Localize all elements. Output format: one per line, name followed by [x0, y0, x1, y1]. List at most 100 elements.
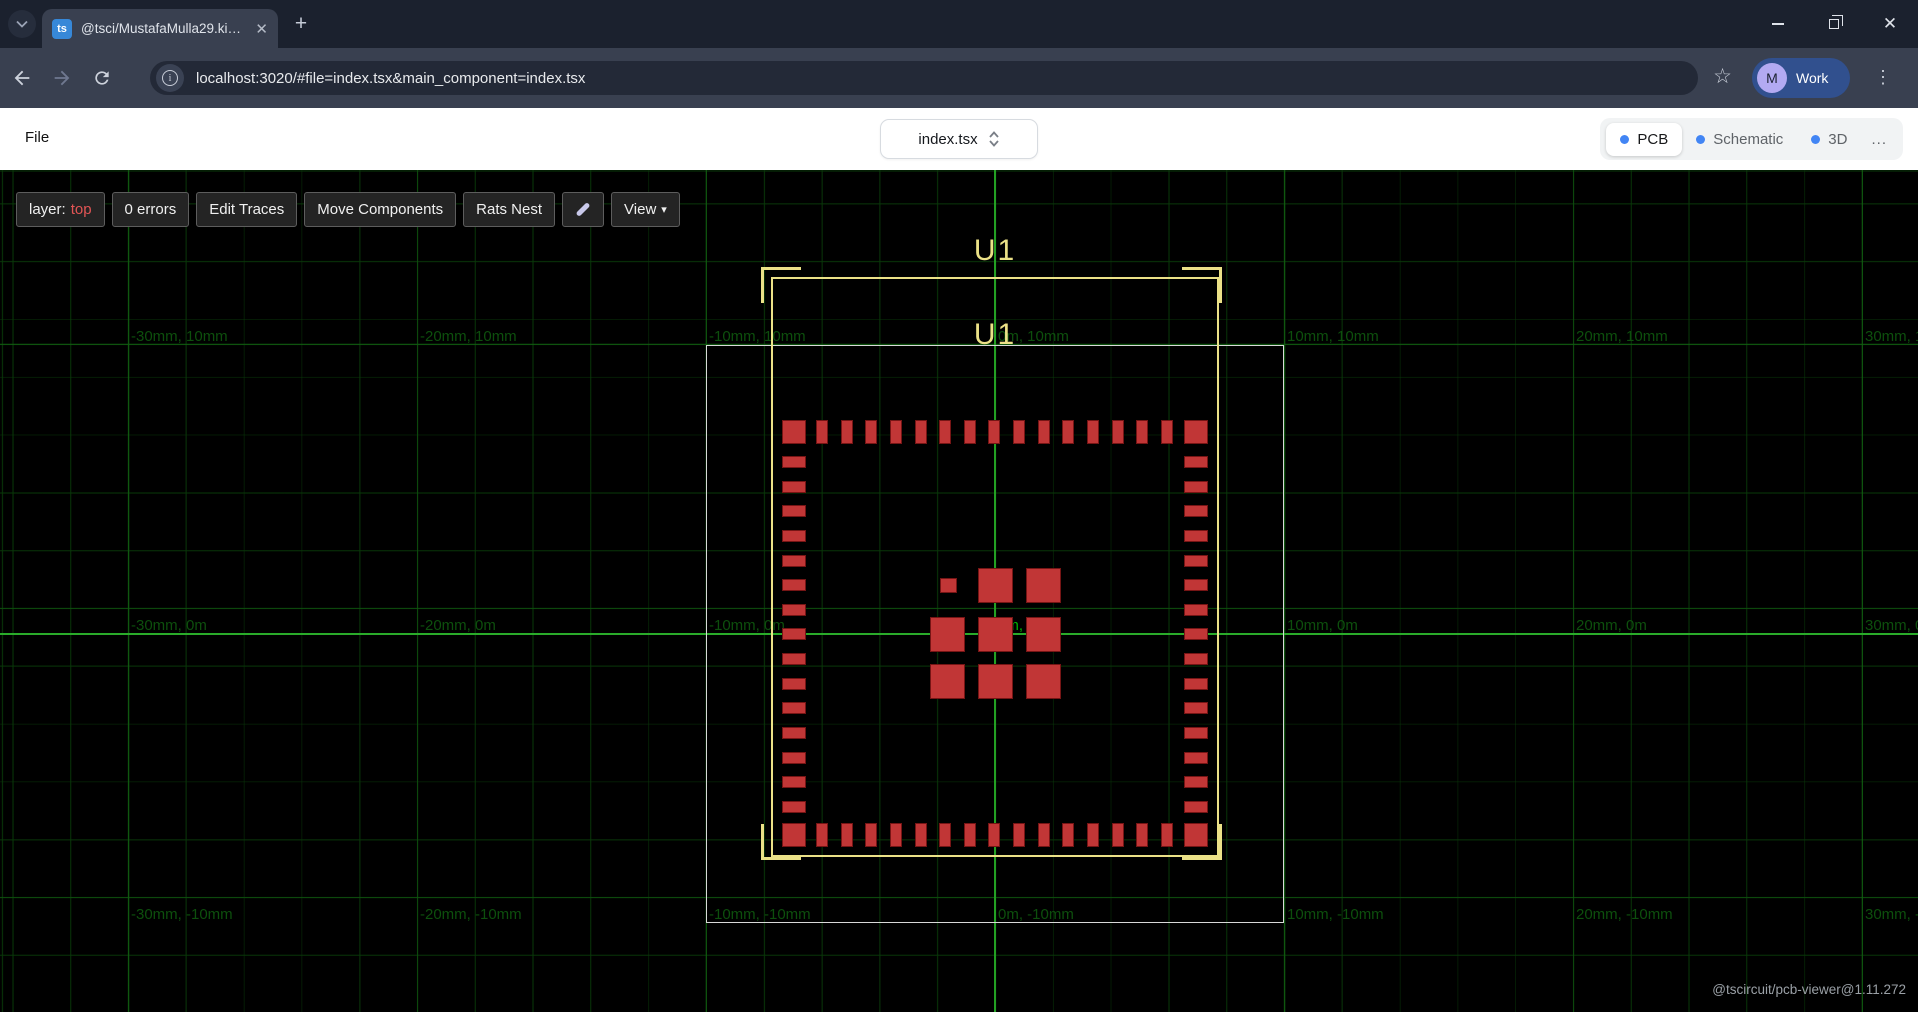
pcb-pad[interactable] [782, 702, 806, 714]
tab-close-icon[interactable]: ✕ [255, 20, 268, 38]
pcb-pad[interactable] [1184, 801, 1208, 813]
pcb-pad[interactable] [1038, 420, 1050, 444]
pcb-pad[interactable] [890, 823, 902, 847]
tab-schematic[interactable]: Schematic [1682, 123, 1797, 156]
pcb-pad[interactable] [1026, 568, 1061, 603]
pcb-pad[interactable] [1184, 678, 1208, 690]
view-menu-button[interactable]: View ▾ [611, 192, 680, 227]
pcb-pad[interactable] [1184, 702, 1208, 714]
pcb-pad[interactable] [865, 420, 877, 444]
url-field[interactable]: i localhost:3020/#file=index.tsx&main_co… [150, 61, 1698, 95]
pcb-pad[interactable] [782, 752, 806, 764]
pcb-pad[interactable] [816, 420, 828, 444]
pcb-pad[interactable] [1161, 823, 1173, 847]
pcb-pad[interactable] [1184, 579, 1208, 591]
pcb-pad[interactable] [1062, 420, 1074, 444]
browser-tab[interactable]: ts @tsci/MustafaMulla29.kicad-lib ✕ [42, 9, 278, 48]
new-tab-button[interactable]: + [288, 12, 314, 38]
pcb-pad[interactable] [782, 727, 806, 739]
pcb-pad[interactable] [1184, 604, 1208, 616]
pcb-pad[interactable] [988, 420, 1000, 444]
pcb-pad[interactable] [1184, 420, 1208, 444]
pcb-pad[interactable] [1087, 823, 1099, 847]
pcb-pad[interactable] [978, 568, 1013, 603]
window-minimize-button[interactable] [1750, 0, 1806, 48]
pcb-pad[interactable] [1087, 420, 1099, 444]
pcb-pad[interactable] [782, 776, 806, 788]
pcb-pad[interactable] [1184, 555, 1208, 567]
window-close-button[interactable]: ✕ [1862, 0, 1918, 48]
pcb-pad[interactable] [1161, 420, 1173, 444]
pcb-pad[interactable] [964, 420, 976, 444]
window-restore-button[interactable] [1806, 0, 1862, 48]
pcb-pad[interactable] [940, 578, 957, 593]
pcb-pad[interactable] [782, 579, 806, 591]
pcb-pad[interactable] [1184, 823, 1208, 847]
pcb-pad[interactable] [782, 456, 806, 468]
pcb-pad[interactable] [1136, 420, 1148, 444]
errors-button[interactable]: 0 errors [112, 192, 190, 227]
layer-button[interactable]: layer: top [16, 192, 105, 227]
pcb-pad[interactable] [964, 823, 976, 847]
pcb-pad[interactable] [1184, 653, 1208, 665]
pcb-pad[interactable] [1026, 617, 1061, 652]
pcb-pad[interactable] [890, 420, 902, 444]
pcb-pad[interactable] [782, 481, 806, 493]
pcb-pad[interactable] [915, 823, 927, 847]
forward-button[interactable] [44, 60, 80, 96]
browser-profile-chip[interactable]: M Work [1752, 58, 1850, 98]
edit-traces-button[interactable]: Edit Traces [196, 192, 297, 227]
tab-3d[interactable]: 3D [1797, 123, 1861, 156]
pcb-pad[interactable] [939, 420, 951, 444]
pcb-pad[interactable] [782, 530, 806, 542]
pcb-pad[interactable] [782, 678, 806, 690]
pcb-pad[interactable] [1184, 727, 1208, 739]
pcb-canvas[interactable]: U1 U1 layer: top 0 errors Edit Traces Mo… [0, 170, 1918, 1012]
pcb-pad[interactable] [1013, 420, 1025, 444]
browser-menu-icon[interactable]: ⋮ [1874, 67, 1892, 88]
pcb-pad[interactable] [1062, 823, 1074, 847]
rats-nest-button[interactable]: Rats Nest [463, 192, 555, 227]
pcb-pad[interactable] [782, 823, 806, 847]
pcb-pad[interactable] [1038, 823, 1050, 847]
pcb-pad[interactable] [988, 823, 1000, 847]
tab-search-button[interactable] [8, 10, 36, 38]
pcb-pad[interactable] [1184, 530, 1208, 542]
more-views-button[interactable]: ... [1861, 125, 1897, 154]
pencil-tool-button[interactable] [562, 192, 604, 227]
pcb-pad[interactable] [978, 664, 1013, 699]
bookmark-star-icon[interactable]: ☆ [1713, 64, 1732, 89]
pcb-pad[interactable] [841, 823, 853, 847]
back-button[interactable] [4, 60, 40, 96]
pcb-pad[interactable] [1184, 628, 1208, 640]
pcb-pad[interactable] [782, 555, 806, 567]
pcb-pad[interactable] [915, 420, 927, 444]
pcb-pad[interactable] [1136, 823, 1148, 847]
file-menu[interactable]: File [25, 129, 49, 146]
pcb-pad[interactable] [930, 617, 965, 652]
pcb-pad[interactable] [930, 664, 965, 699]
pcb-pad[interactable] [1184, 776, 1208, 788]
pcb-pad[interactable] [939, 823, 951, 847]
pcb-pad[interactable] [1026, 664, 1061, 699]
file-select[interactable]: index.tsx [880, 119, 1038, 159]
pcb-pad[interactable] [782, 653, 806, 665]
pcb-pad[interactable] [1184, 505, 1208, 517]
pcb-pad[interactable] [1184, 481, 1208, 493]
pcb-pad[interactable] [782, 628, 806, 640]
pcb-pad[interactable] [1013, 823, 1025, 847]
pcb-pad[interactable] [1112, 420, 1124, 444]
pcb-pad[interactable] [816, 823, 828, 847]
pcb-pad[interactable] [782, 505, 806, 517]
pcb-pad[interactable] [1112, 823, 1124, 847]
url-text[interactable]: localhost:3020/#file=index.tsx&main_comp… [196, 70, 585, 87]
pcb-pad[interactable] [782, 604, 806, 616]
pcb-pad[interactable] [865, 823, 877, 847]
move-components-button[interactable]: Move Components [304, 192, 456, 227]
pcb-pad[interactable] [841, 420, 853, 444]
pcb-pad[interactable] [1184, 456, 1208, 468]
pcb-pad[interactable] [782, 420, 806, 444]
reload-button[interactable] [84, 60, 120, 96]
pcb-pad[interactable] [1184, 752, 1208, 764]
tab-pcb[interactable]: PCB [1606, 123, 1682, 156]
